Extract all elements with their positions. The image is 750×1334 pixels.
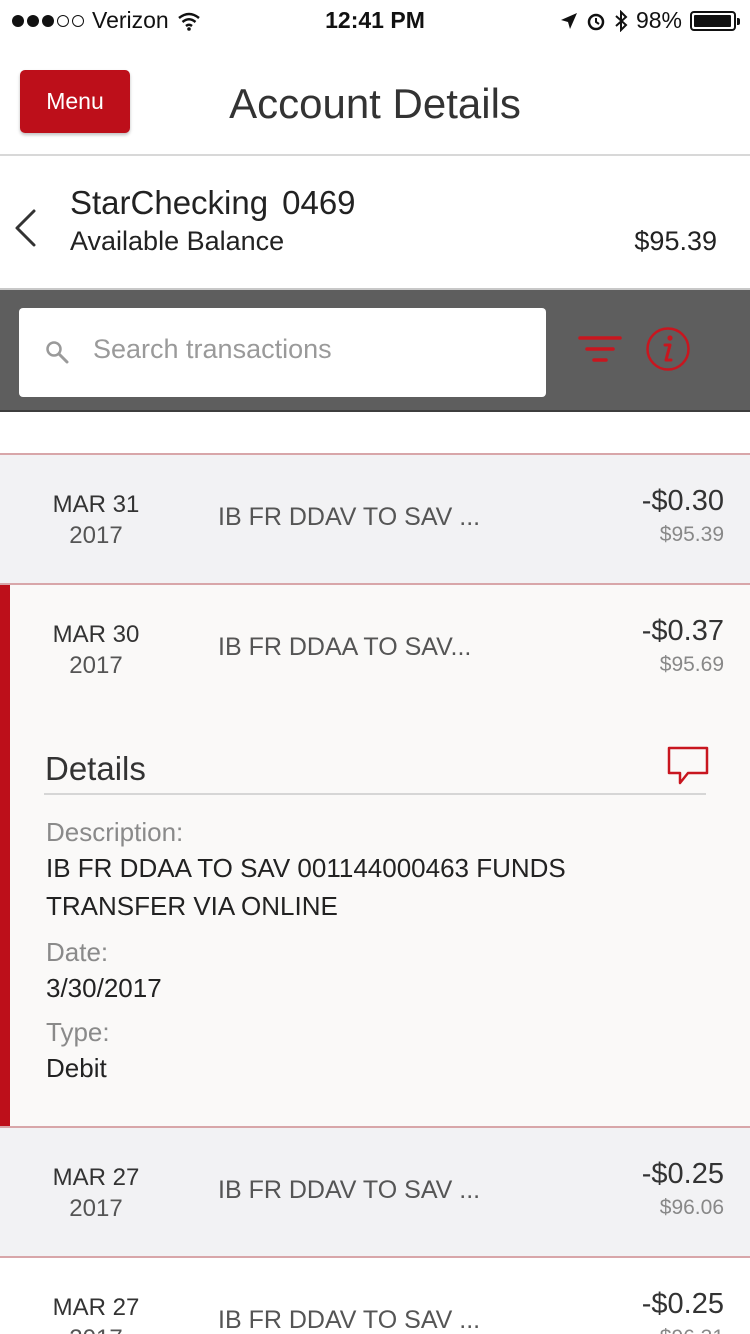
bluetooth-icon	[615, 9, 628, 32]
app-header: Menu Account Details	[0, 52, 750, 156]
battery-icon	[690, 10, 740, 31]
search-icon	[46, 341, 69, 364]
details-heading: Details	[45, 750, 146, 787]
battery-percent: 98%	[635, 7, 682, 33]
location-arrow-icon	[560, 12, 577, 29]
balance-label: Available Balance	[70, 226, 285, 256]
transaction-month-day: MAR 30	[52, 621, 140, 648]
comment-icon[interactable]	[666, 745, 710, 787]
page-title: Account Details	[229, 80, 521, 127]
transaction-row[interactable]: MAR 27 2017 IB FR DDAV TO SAV ... -$0.25…	[0, 1256, 750, 1334]
search-input[interactable]	[93, 334, 523, 365]
transaction-running-balance: $95.39	[659, 523, 724, 546]
list-spacer	[0, 412, 750, 454]
transaction-amount: -$0.37	[641, 615, 724, 647]
transaction-running-balance: $96.31	[660, 1326, 724, 1334]
status-bar: Verizon 12:41 PM 98%	[0, 0, 750, 40]
transaction-row-expanded[interactable]: MAR 30 2017 IB FR DDAA TO SAV... -$0.37 …	[0, 583, 750, 1126]
transaction-amount: -$0.25	[641, 1288, 724, 1320]
transaction-year: 2017	[69, 652, 123, 679]
account-summary: StarChecking 0469 Available Balance $95.3…	[0, 158, 750, 288]
transaction-month-day: MAR 31	[52, 491, 140, 518]
transaction-month-day: MAR 27	[52, 1294, 140, 1321]
type-value: Debit	[46, 1053, 107, 1083]
transaction-date: MAR 30 2017	[20, 619, 172, 681]
selected-accent-bar	[0, 585, 10, 1126]
info-icon[interactable]	[645, 326, 691, 372]
description-label: Description:	[46, 817, 184, 847]
transaction-description: IB FR DDAV TO SAV ...	[218, 1306, 481, 1334]
transaction-date: MAR 31 2017	[20, 489, 172, 551]
transaction-year: 2017	[69, 1195, 123, 1222]
description-value: IB FR DDAA TO SAV 001144000463 FUNDS TRA…	[46, 853, 566, 921]
date-label: Date:	[46, 937, 109, 967]
account-name: StarChecking 0469	[70, 184, 356, 222]
back-chevron-icon[interactable]	[12, 208, 40, 248]
transaction-date: MAR 27 2017	[20, 1162, 172, 1224]
type-label: Type:	[46, 1017, 110, 1047]
transaction-list: MAR 31 2017 IB FR DDAV TO SAV ... -$0.30…	[0, 453, 750, 1334]
transaction-year: 2017	[69, 522, 123, 549]
transaction-running-balance: $96.06	[659, 1196, 724, 1219]
search-toolbar	[0, 288, 750, 412]
transaction-amount: -$0.25	[641, 1158, 724, 1190]
transaction-row[interactable]: MAR 31 2017 IB FR DDAV TO SAV ... -$0.30…	[0, 453, 750, 583]
filter-icon[interactable]	[578, 334, 622, 368]
transaction-year: 2017	[20, 1323, 172, 1334]
transaction-description: IB FR DDAV TO SAV ...	[218, 1176, 481, 1204]
transaction-description: IB FR DDAV TO SAV ...	[218, 503, 481, 531]
details-divider	[44, 793, 706, 795]
transaction-description: IB FR DDAA TO SAV...	[218, 633, 472, 661]
account-number: 0469	[282, 184, 356, 221]
search-box[interactable]	[19, 308, 546, 397]
transaction-month-day: MAR 27	[52, 1164, 140, 1191]
transaction-running-balance: $95.69	[659, 653, 724, 676]
transaction-row[interactable]: MAR 27 2017 IB FR DDAV TO SAV ... -$0.25…	[0, 1126, 750, 1256]
transaction-amount: -$0.30	[641, 485, 724, 517]
date-value: 3/30/2017	[46, 973, 162, 1003]
account-type: StarChecking	[70, 184, 269, 221]
balance-value: $95.39	[634, 226, 717, 256]
alarm-clock-icon	[587, 13, 605, 30]
transaction-date: MAR 27 2017	[20, 1292, 172, 1334]
status-right: 98%	[560, 7, 740, 34]
